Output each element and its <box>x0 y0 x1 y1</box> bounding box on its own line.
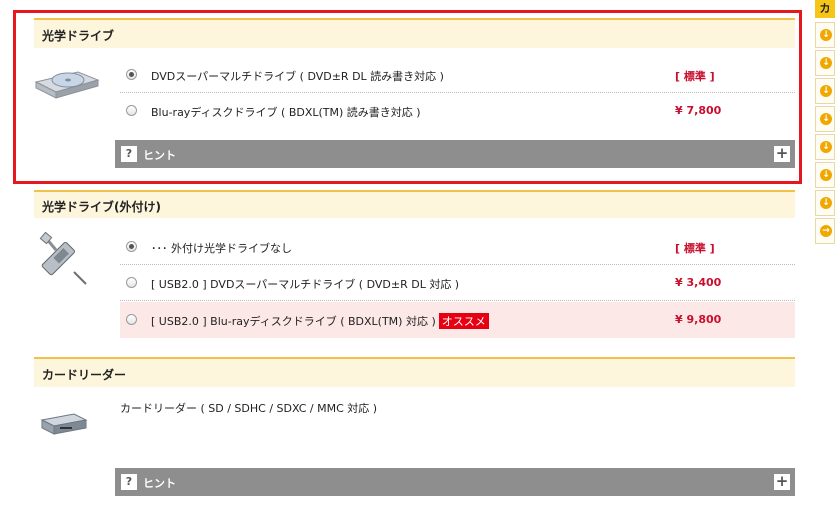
side-nav-item[interactable]: ↓ <box>815 190 835 216</box>
card-reader-description: カードリーダー ( SD / SDHC / SDXC / MMC 対応 ) <box>120 402 378 415</box>
hint-label: ヒント <box>143 477 176 490</box>
radio-button[interactable] <box>126 241 137 252</box>
option-row-no-external[interactable]: ･･･ 外付け光学ドライブなし [ 標準 ] <box>120 229 795 265</box>
recommend-badge: オススメ <box>438 313 489 329</box>
option-price: ¥ 9,800 <box>675 313 722 326</box>
hint-bar-card-reader[interactable]: ? ヒント + <box>115 468 795 496</box>
arrow-down-circle-icon: ↓ <box>820 141 832 153</box>
option-price: ¥ 3,400 <box>675 276 722 289</box>
section-card-reader-header: カードリーダー <box>34 357 795 387</box>
arrow-down-circle-icon: ↓ <box>820 57 832 69</box>
side-nav-panel <box>814 0 835 512</box>
question-icon: ? <box>121 474 137 490</box>
option-label: [ USB2.0 ] Blu-rayディスクドライブ ( BDXL(TM) 対応… <box>151 313 489 329</box>
usb-external-drive-image <box>39 232 87 285</box>
side-nav-item[interactable]: ↓ <box>815 134 835 160</box>
side-nav-title: カ <box>815 0 835 18</box>
side-nav-item[interactable]: ↓ <box>815 162 835 188</box>
arrow-down-circle-icon: ↓ <box>820 85 832 97</box>
arrow-down-circle-icon: ↓ <box>820 197 832 209</box>
section-external-drive-header: 光学ドライブ(外付け) <box>34 190 795 218</box>
radio-button[interactable] <box>126 277 137 288</box>
arrow-down-circle-icon: ↓ <box>820 113 832 125</box>
highlight-frame <box>13 10 802 184</box>
side-nav-item[interactable]: ↓ <box>815 50 835 76</box>
section-title: 光学ドライブ(外付け) <box>42 200 161 214</box>
option-row-usb-dvd[interactable]: [ USB2.0 ] DVDスーパーマルチドライブ ( DVD±R DL 対応 … <box>120 265 795 301</box>
side-nav-item[interactable]: ↓ <box>815 106 835 132</box>
option-label: [ USB2.0 ] DVDスーパーマルチドライブ ( DVD±R DL 対応 … <box>151 278 460 291</box>
arrow-right-circle-icon: → <box>820 225 832 237</box>
arrow-down-circle-icon: ↓ <box>820 169 832 181</box>
side-nav-item[interactable]: → <box>815 218 835 244</box>
side-nav-item[interactable]: ↓ <box>815 22 835 48</box>
section-title: カードリーダー <box>42 368 127 382</box>
card-reader-image <box>40 413 88 435</box>
option-label: ･･･ 外付け光学ドライブなし <box>151 242 292 255</box>
side-nav-item[interactable]: ↓ <box>815 78 835 104</box>
option-row-usb-bluray[interactable]: [ USB2.0 ] Blu-rayディスクドライブ ( BDXL(TM) 対応… <box>120 302 795 338</box>
arrow-down-circle-icon: ↓ <box>820 29 832 41</box>
radio-button[interactable] <box>126 314 137 325</box>
expand-plus-icon[interactable]: + <box>774 474 790 490</box>
option-label-text: [ USB2.0 ] Blu-rayディスクドライブ ( BDXL(TM) 対応… <box>151 315 436 328</box>
option-price: [ 標準 ] <box>675 242 715 255</box>
